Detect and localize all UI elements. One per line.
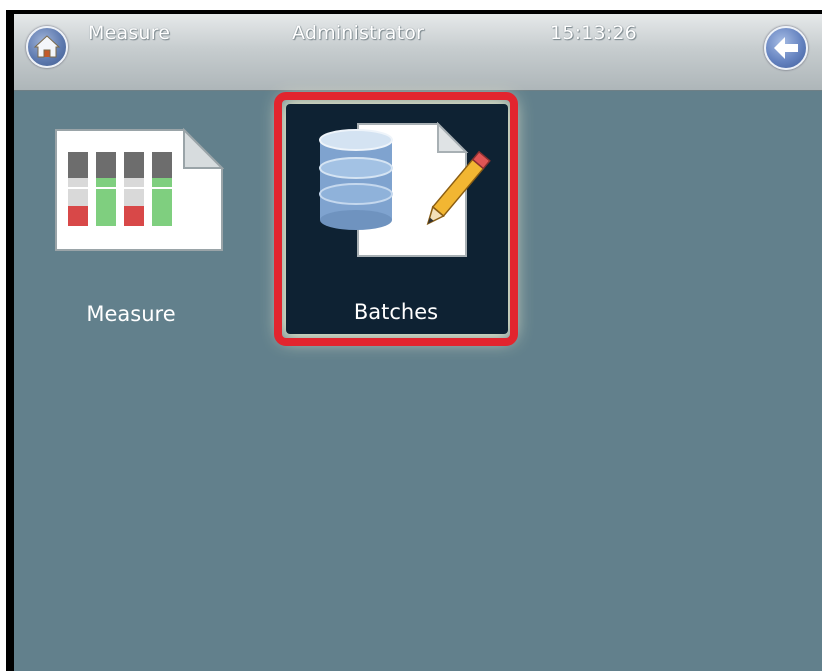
measure-document-icon [54,127,225,256]
title-bar: Measure Administrator 15:13:26 [14,14,822,91]
back-button[interactable] [764,26,808,70]
back-arrow-icon [774,37,798,59]
clock: 15:13:26 [550,22,637,44]
selection-highlight [274,92,518,346]
app-tile-measure[interactable]: Measure [24,104,238,334]
app-label-measure: Measure [86,302,176,326]
screen-title: Measure [88,22,171,44]
app-tile-batches[interactable]: Batches [274,92,518,346]
screen: Measure Administrator 15:13:26 Measure B… [14,14,822,671]
home-icon [33,35,61,58]
current-user: Administrator [292,22,425,44]
home-button[interactable] [26,26,68,68]
